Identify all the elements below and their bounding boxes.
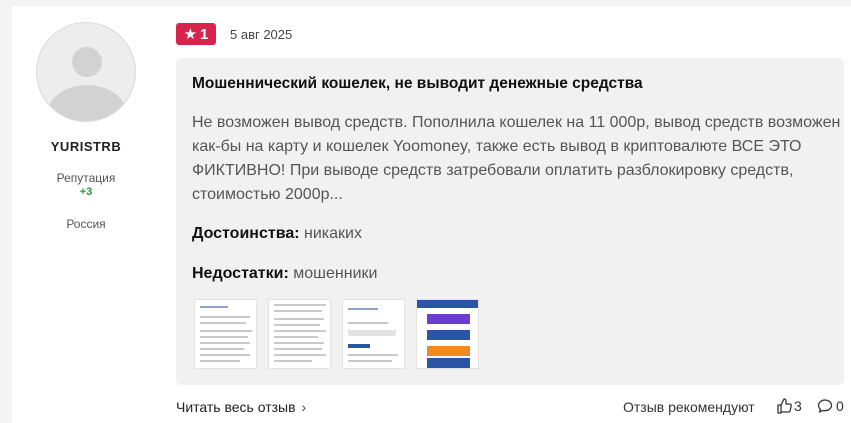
star-icon: ★: [183, 25, 198, 43]
review-image-thumbnail[interactable]: [268, 299, 331, 369]
thumbs-up-icon: [777, 398, 792, 414]
review-date: 5 авг 2025: [230, 27, 293, 42]
review-title[interactable]: Мошеннический кошелек, не выводит денежн…: [192, 75, 643, 93]
comments-button[interactable]: 0: [817, 398, 844, 414]
recommend-label: Отзыв рекомендуют: [623, 399, 755, 415]
username[interactable]: YURISTRB: [12, 139, 160, 154]
review-images: [194, 299, 479, 369]
review-image-thumbnail[interactable]: [416, 299, 479, 369]
comments-count: 0: [836, 398, 844, 414]
review-pros: Достоинства: никаких: [192, 225, 362, 243]
read-more-label: Читать весь отзыв: [176, 399, 296, 415]
rating-badge: ★ 1: [176, 23, 216, 45]
avatar-body: [47, 85, 127, 121]
review-text: Не возможен вывод средств. Пополнила кош…: [192, 114, 841, 203]
chevron-right-icon: ›: [301, 399, 307, 415]
likes-count: 3: [794, 398, 802, 414]
review-cons: Недостатки: мошенники: [192, 265, 377, 283]
review-image-thumbnail[interactable]: [194, 299, 257, 369]
reputation-value: +3: [79, 186, 93, 198]
cons-label: Недостатки:: [192, 265, 289, 282]
cons-value: мошенники: [293, 265, 378, 282]
rating-value: 1: [200, 25, 209, 43]
pros-value: никаких: [304, 225, 362, 242]
reputation-label: Репутация: [56, 171, 116, 185]
pros-label: Достоинства:: [192, 225, 300, 242]
avatar[interactable]: [36, 22, 136, 122]
review-body: Мошеннический кошелек, не выводит денежн…: [176, 58, 844, 385]
avatar-head: [72, 47, 102, 77]
review-image-thumbnail[interactable]: [342, 299, 405, 369]
user-country: Россия: [66, 217, 106, 231]
review-card: YURISTRB Репутация +3 Россия ★ 1 5 авг 2…: [12, 6, 851, 423]
read-full-review-link[interactable]: Читать весь отзыв ›: [176, 399, 306, 415]
comment-icon: [817, 399, 833, 413]
like-button[interactable]: 3: [776, 398, 802, 414]
